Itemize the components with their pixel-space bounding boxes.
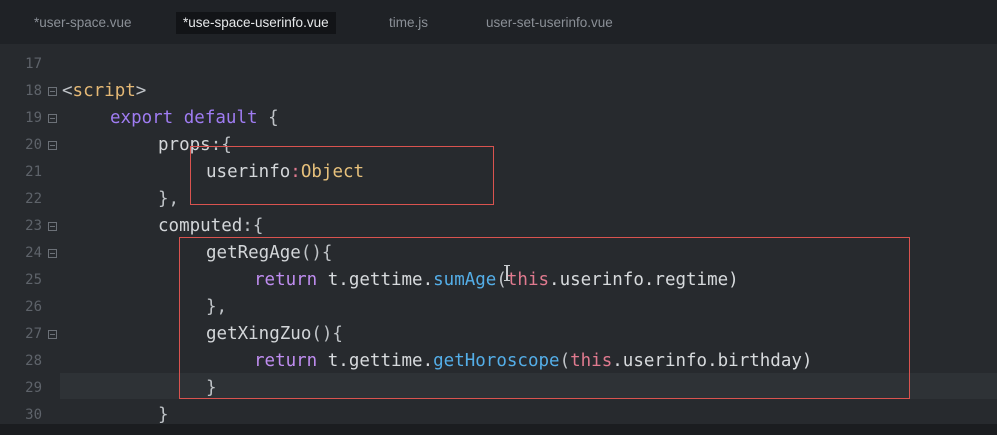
code-line-20: 20 props:{: [0, 132, 997, 159]
line-number: 30: [25, 407, 42, 423]
code-line-23: 23 computed:{: [0, 213, 997, 240]
tag-open-bracket: <: [62, 81, 73, 101]
text-cursor-icon: [504, 265, 510, 281]
script-tag: script: [72, 81, 136, 101]
code-line-22: 22 },: [0, 186, 997, 213]
code-editor[interactable]: 17 18 <script> 19 export default { 20 pr…: [0, 44, 997, 424]
line-number: 19: [25, 110, 42, 126]
identifier-computed: computed: [158, 216, 243, 236]
code-line-30: 30 }: [0, 402, 997, 424]
fold-toggle-icon[interactable]: [48, 330, 57, 339]
tab-bar: *user-space.vue *use-space-userinfo.vue …: [0, 0, 997, 44]
fold-toggle-icon[interactable]: [48, 114, 57, 123]
tab-user-set-userinfo[interactable]: user-set-userinfo.vue: [486, 12, 613, 34]
punctuation: },: [158, 189, 180, 209]
line-number: 27: [25, 326, 42, 342]
punctuation: }: [158, 405, 169, 424]
line-number: 23: [25, 218, 42, 234]
punctuation: :{: [242, 216, 264, 236]
tab-time-js[interactable]: time.js: [389, 12, 428, 34]
code-line-17: 17: [0, 51, 997, 78]
line-number: 22: [25, 191, 42, 207]
editor-bottom-bar: [0, 424, 997, 435]
line-number: 28: [25, 353, 42, 369]
code-line-21: 21 userinfo:Object: [0, 159, 997, 186]
line-number: 17: [25, 56, 42, 72]
code-line-18: 18 <script>: [0, 78, 997, 105]
keyword-default: default: [183, 108, 258, 128]
annotation-box-computed: [179, 237, 910, 399]
line-number: 25: [25, 272, 42, 288]
annotation-box-props: [190, 146, 494, 205]
line-number: 26: [25, 299, 42, 315]
line-number: 20: [25, 137, 42, 153]
punctuation: {: [257, 108, 279, 128]
line-number: 21: [25, 164, 42, 180]
line-number: 24: [25, 245, 42, 261]
fold-toggle-icon[interactable]: [48, 141, 57, 150]
tab-use-space-userinfo[interactable]: *use-space-userinfo.vue: [176, 12, 336, 34]
code-line-19: 19 export default {: [0, 105, 997, 132]
fold-toggle-icon[interactable]: [48, 87, 57, 96]
tab-user-space[interactable]: *user-space.vue: [34, 12, 132, 34]
fold-toggle-icon[interactable]: [48, 222, 57, 231]
keyword-export: export: [110, 108, 174, 128]
tag-close-bracket: >: [135, 81, 147, 101]
line-number: 18: [25, 83, 42, 99]
line-number: 29: [25, 380, 42, 396]
fold-toggle-icon[interactable]: [48, 249, 57, 258]
